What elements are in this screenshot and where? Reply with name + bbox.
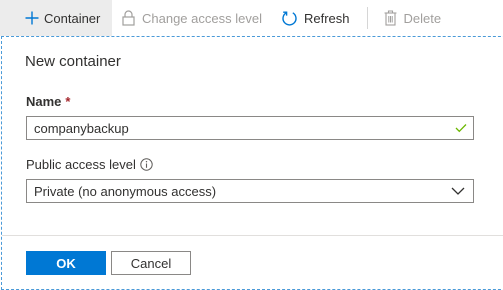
plus-icon — [25, 11, 39, 25]
refresh-button[interactable]: Refresh — [262, 0, 350, 36]
required-marker: * — [65, 94, 71, 109]
name-input-value: companybackup — [34, 120, 129, 136]
public-access-level-label: Public access level — [26, 157, 153, 172]
chevron-down-icon — [451, 187, 465, 195]
ok-button[interactable]: OK — [26, 251, 106, 275]
name-label: Name * — [26, 94, 70, 109]
cancel-button[interactable]: Cancel — [111, 251, 191, 275]
name-label-text: Name — [26, 94, 62, 109]
public-access-level-value: Private (no anonymous access) — [34, 183, 217, 199]
add-container-label: Container — [44, 10, 101, 26]
check-icon — [455, 123, 467, 133]
lock-icon — [122, 10, 135, 26]
info-icon[interactable] — [140, 158, 153, 171]
trash-icon — [384, 10, 397, 26]
change-access-level-button[interactable]: Change access level — [112, 0, 262, 36]
command-bar: Container Change access level Refresh De… — [0, 0, 503, 36]
panel-title: New container — [25, 53, 121, 70]
change-access-level-label: Change access level — [142, 10, 262, 26]
add-container-button[interactable]: Container — [0, 0, 112, 36]
footer-divider — [2, 235, 503, 236]
refresh-label: Refresh — [303, 10, 350, 26]
delete-label: Delete — [403, 10, 442, 26]
public-access-level-label-text: Public access level — [26, 157, 136, 172]
name-input[interactable]: companybackup — [26, 116, 474, 140]
refresh-icon — [281, 10, 298, 27]
public-access-level-dropdown[interactable]: Private (no anonymous access) — [26, 179, 474, 203]
delete-button[interactable]: Delete — [368, 0, 442, 36]
